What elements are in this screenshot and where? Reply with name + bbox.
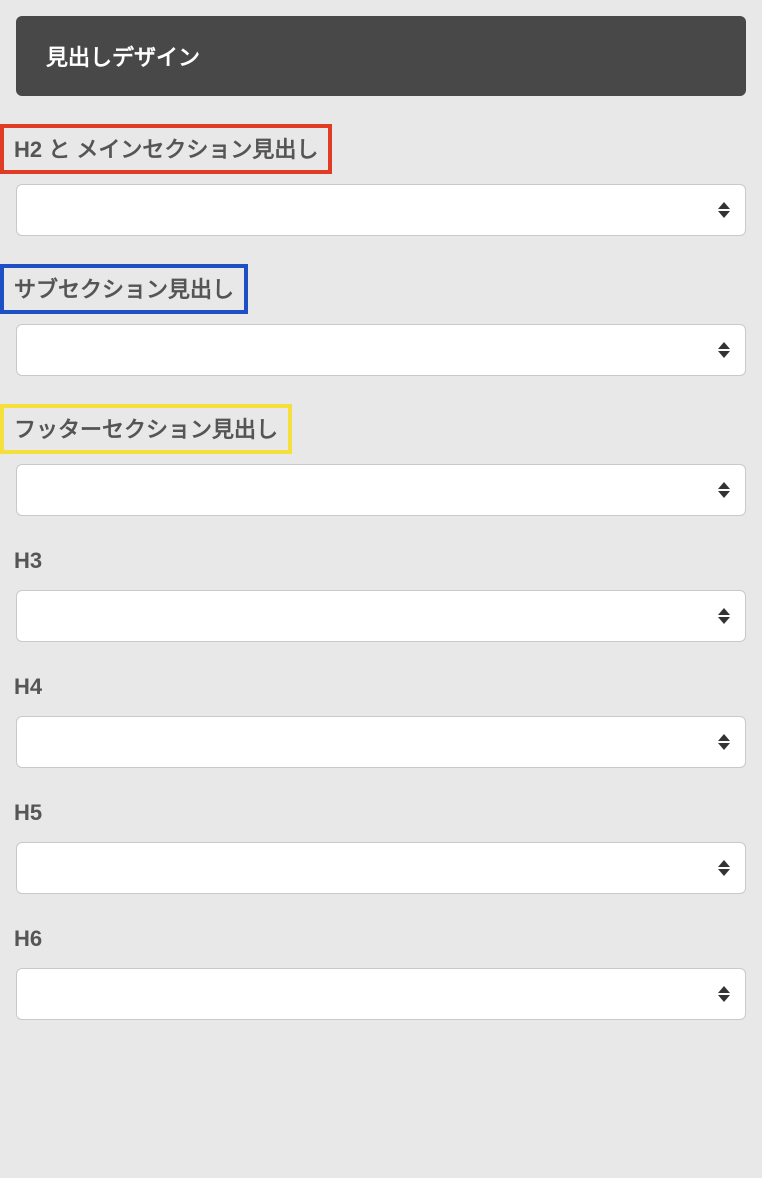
select-h4[interactable] bbox=[16, 716, 746, 768]
form-area: H2 と メインセクション見出し サブセクション見出し フッターセクション見出し bbox=[0, 124, 762, 1050]
select-h6[interactable] bbox=[16, 968, 746, 1020]
field-h2-main: H2 と メインセクション見出し bbox=[16, 124, 746, 236]
panel-title: 見出しデザイン bbox=[46, 45, 200, 70]
select-wrap-h6 bbox=[16, 968, 746, 1020]
select-wrap-sub-section bbox=[16, 324, 746, 376]
select-h2-main[interactable] bbox=[16, 184, 746, 236]
select-wrap-h3 bbox=[16, 590, 746, 642]
select-wrap-footer-section bbox=[16, 464, 746, 516]
select-h5[interactable] bbox=[16, 842, 746, 894]
select-footer-section[interactable] bbox=[16, 464, 746, 516]
label-h3: H3 bbox=[14, 544, 42, 580]
field-h4: H4 bbox=[16, 670, 746, 768]
label-h5: H5 bbox=[14, 796, 42, 832]
label-h4: H4 bbox=[14, 670, 42, 706]
field-sub-section: サブセクション見出し bbox=[16, 264, 746, 376]
select-sub-section[interactable] bbox=[16, 324, 746, 376]
select-wrap-h5 bbox=[16, 842, 746, 894]
field-h6: H6 bbox=[16, 922, 746, 1020]
field-footer-section: フッターセクション見出し bbox=[16, 404, 746, 516]
label-h6: H6 bbox=[14, 922, 42, 958]
field-h5: H5 bbox=[16, 796, 746, 894]
label-footer-section: フッターセクション見出し bbox=[0, 404, 292, 454]
field-h3: H3 bbox=[16, 544, 746, 642]
panel-header: 見出しデザイン bbox=[16, 16, 746, 96]
select-wrap-h2-main bbox=[16, 184, 746, 236]
label-h2-main: H2 と メインセクション見出し bbox=[0, 124, 332, 174]
select-h3[interactable] bbox=[16, 590, 746, 642]
label-sub-section: サブセクション見出し bbox=[0, 264, 248, 314]
select-wrap-h4 bbox=[16, 716, 746, 768]
